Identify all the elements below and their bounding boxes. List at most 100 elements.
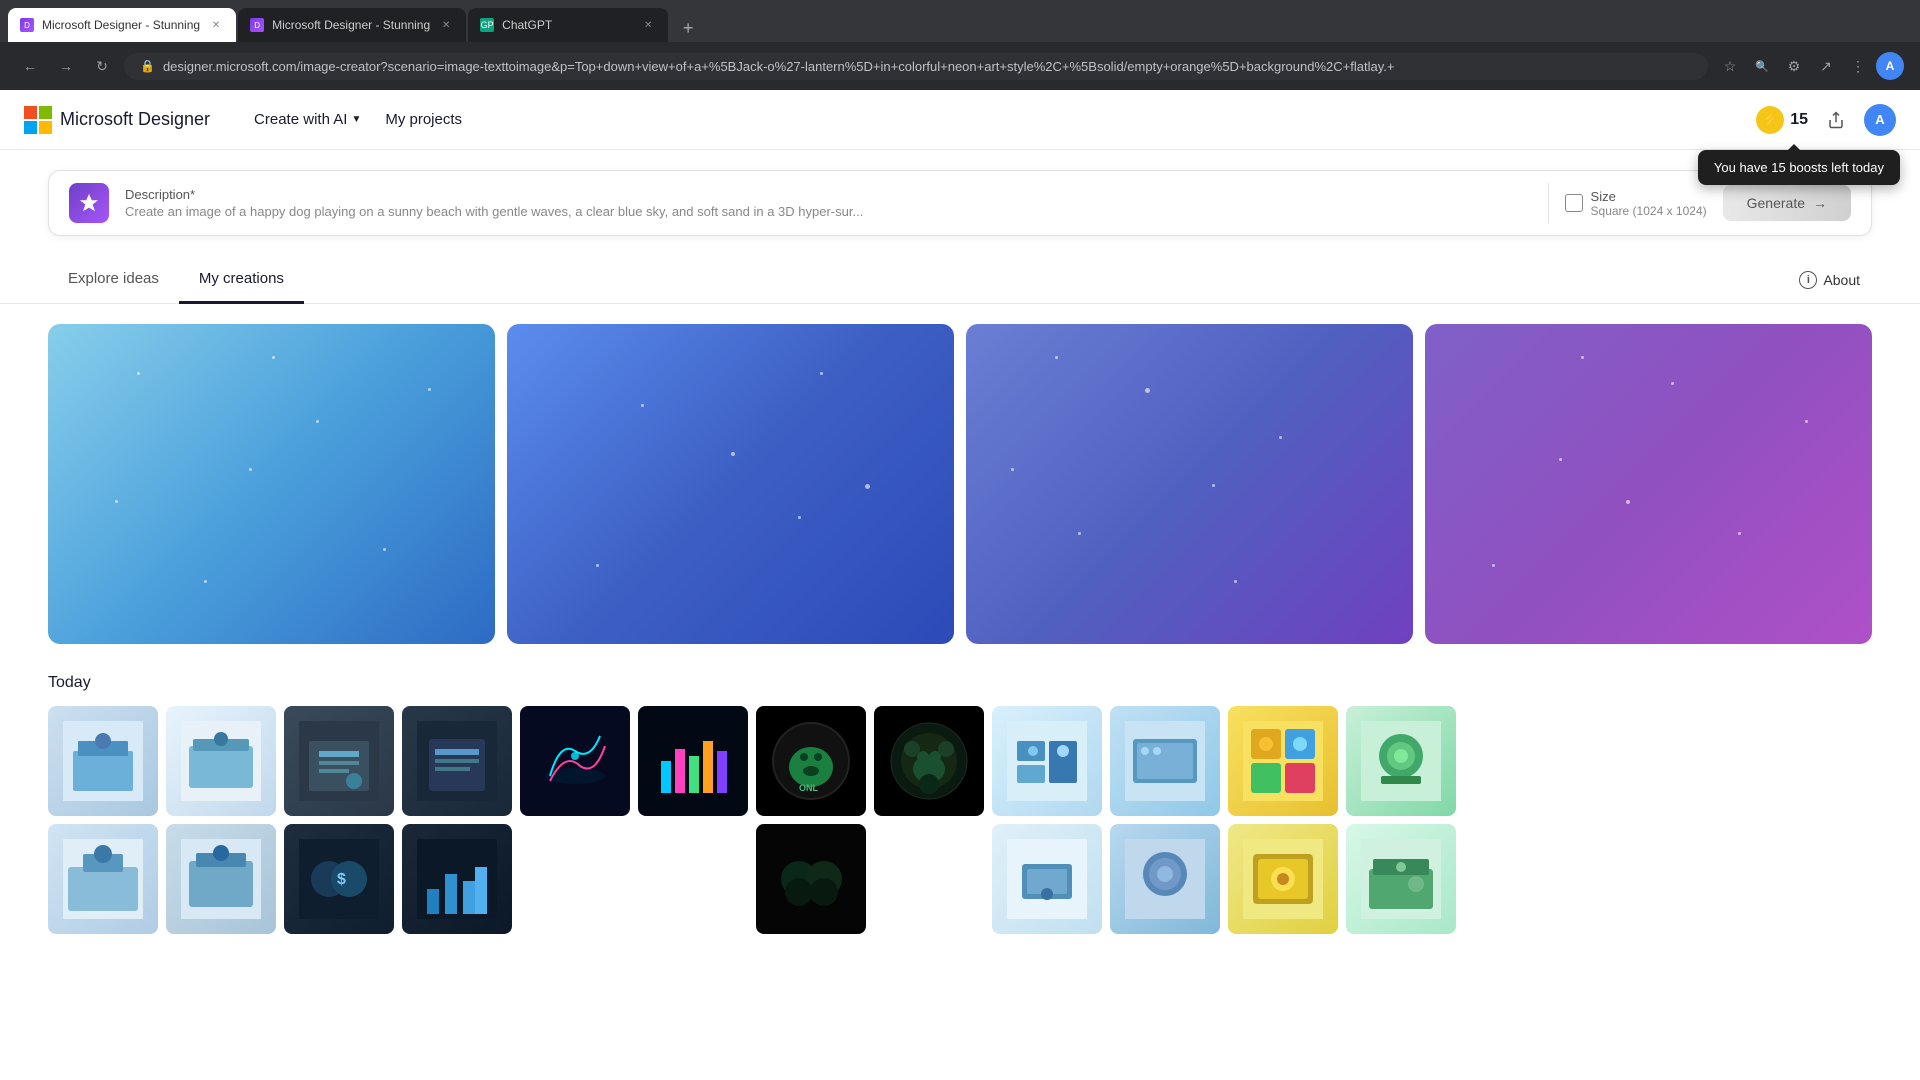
boost-count: 15 xyxy=(1790,111,1808,129)
today-item-19[interactable] xyxy=(1346,706,1456,816)
today-section: Today xyxy=(0,664,1920,954)
about-button[interactable]: i About xyxy=(1787,263,1872,297)
tab-explore-ideas[interactable]: Explore ideas xyxy=(48,256,179,304)
tab-title-1: Microsoft Designer - Stunning xyxy=(42,18,200,32)
today-item-5[interactable] xyxy=(284,706,394,816)
info-icon: i xyxy=(1799,271,1817,289)
tab-favicon-3: GP xyxy=(480,18,494,32)
browser-chrome: D Microsoft Designer - Stunning ✕ D Micr… xyxy=(0,0,1920,90)
boost-button[interactable]: ⚡ 15 xyxy=(1756,106,1808,134)
logo-icon xyxy=(24,106,52,134)
share-browser-icon[interactable]: ↗ xyxy=(1812,52,1840,80)
today-item-2[interactable] xyxy=(166,706,276,816)
today-item-18[interactable] xyxy=(1228,706,1338,816)
stars-overlay-3 xyxy=(966,324,1413,644)
tab-close-3[interactable]: ✕ xyxy=(640,17,656,33)
svg-text:ONL: ONL xyxy=(799,783,819,793)
new-tab-button[interactable]: + xyxy=(674,14,702,42)
thumb-group-2: $ xyxy=(284,706,512,934)
today-item-17[interactable] xyxy=(1110,824,1220,934)
app-container: Microsoft Designer Create with AI ▼ My p… xyxy=(0,90,1920,1080)
url-bar[interactable]: 🔒 designer.microsoft.com/image-creator?s… xyxy=(124,53,1708,80)
today-item-15[interactable] xyxy=(1110,706,1220,816)
loading-image-4[interactable] xyxy=(1425,324,1872,644)
zoom-icon[interactable]: 🔍 xyxy=(1748,52,1776,80)
back-button[interactable]: ← xyxy=(16,52,44,80)
today-item-20[interactable] xyxy=(1228,824,1338,934)
today-item-8[interactable] xyxy=(402,824,512,934)
loading-image-1[interactable] xyxy=(48,324,495,644)
browser-actions: ☆ 🔍 ⚙ ↗ ⋮ A xyxy=(1716,52,1904,80)
stars-overlay-2 xyxy=(507,324,954,644)
size-value: Square (1024 x 1024) xyxy=(1591,204,1707,218)
size-label: Size xyxy=(1591,189,1707,204)
prompt-text: Create an image of a happy dog playing o… xyxy=(125,204,1532,219)
header-right: ⚡ 15 A xyxy=(1756,104,1896,136)
generate-label: Generate xyxy=(1747,195,1805,211)
extension-icon[interactable]: ⚙ xyxy=(1780,52,1808,80)
browser-tab-3[interactable]: GP ChatGPT ✕ xyxy=(468,8,668,42)
thumb-group-5 xyxy=(992,706,1220,934)
today-item-11[interactable]: ONL xyxy=(756,706,866,816)
today-item-3[interactable] xyxy=(48,824,158,934)
generate-arrow-icon: → xyxy=(1813,195,1827,211)
create-with-ai-label: Create with AI xyxy=(254,111,347,128)
browser-tab-1[interactable]: D Microsoft Designer - Stunning ✕ xyxy=(8,8,236,42)
prompt-label: Description* xyxy=(125,187,1532,202)
size-checkbox[interactable] xyxy=(1565,194,1583,212)
tabs-section: Explore ideas My creations i About xyxy=(0,256,1920,304)
tab-bar: D Microsoft Designer - Stunning ✕ D Micr… xyxy=(0,0,1920,42)
share-icon[interactable] xyxy=(1820,104,1852,136)
forward-button[interactable]: → xyxy=(52,52,80,80)
today-item-14[interactable] xyxy=(992,706,1102,816)
logo-text: Microsoft Designer xyxy=(60,109,210,130)
today-item-21[interactable] xyxy=(1346,824,1456,934)
generate-button[interactable]: Generate → xyxy=(1723,185,1851,221)
today-item-6[interactable] xyxy=(402,706,512,816)
boost-icon: ⚡ xyxy=(1756,106,1784,134)
user-profile-button[interactable]: A xyxy=(1876,52,1904,80)
tab-close-2[interactable]: ✕ xyxy=(438,17,454,33)
reload-button[interactable]: ↻ xyxy=(88,52,116,80)
loading-image-3[interactable] xyxy=(966,324,1413,644)
thumb-group-4: ONL xyxy=(756,706,984,934)
prompt-bar: Description* Create an image of a happy … xyxy=(48,170,1872,236)
tab-my-creations[interactable]: My creations xyxy=(179,256,304,304)
boost-tooltip: You have 15 boosts left today xyxy=(1698,150,1900,185)
tabs: Explore ideas My creations xyxy=(48,256,304,303)
lock-icon: 🔒 xyxy=(140,59,155,73)
svg-text:$: $ xyxy=(337,871,346,888)
today-item-16[interactable] xyxy=(992,824,1102,934)
stars-overlay-4 xyxy=(1425,324,1872,644)
loading-images xyxy=(0,304,1920,664)
about-label: About xyxy=(1823,272,1860,288)
size-info: Size Square (1024 x 1024) xyxy=(1591,189,1707,218)
url-text: designer.microsoft.com/image-creator?sce… xyxy=(163,59,1692,74)
tab-favicon-2: D xyxy=(250,18,264,32)
today-item-1[interactable] xyxy=(48,706,158,816)
today-item-4[interactable] xyxy=(166,824,276,934)
bookmark-icon[interactable]: ☆ xyxy=(1716,52,1744,80)
today-item-7[interactable]: $ xyxy=(284,824,394,934)
today-item-9[interactable] xyxy=(520,706,630,816)
today-item-12[interactable] xyxy=(874,706,984,816)
browser-tab-2[interactable]: D Microsoft Designer - Stunning ✕ xyxy=(238,8,466,42)
today-item-10[interactable] xyxy=(638,706,748,816)
today-row: $ xyxy=(48,706,1872,934)
loading-image-2[interactable] xyxy=(507,324,954,644)
app-header: Microsoft Designer Create with AI ▼ My p… xyxy=(0,90,1920,150)
menu-icon[interactable]: ⋮ xyxy=(1844,52,1872,80)
today-item-13[interactable] xyxy=(756,824,866,934)
prompt-divider xyxy=(1548,183,1549,223)
address-bar: ← → ↻ 🔒 designer.microsoft.com/image-cre… xyxy=(0,42,1920,90)
user-avatar[interactable]: A xyxy=(1864,104,1896,136)
stars-overlay-1 xyxy=(48,324,495,644)
thumb-group-3 xyxy=(520,706,748,934)
logo-area: Microsoft Designer xyxy=(24,106,210,134)
tab-close-1[interactable]: ✕ xyxy=(208,17,224,33)
create-with-ai-button[interactable]: Create with AI ▼ xyxy=(242,105,373,134)
size-area: Size Square (1024 x 1024) xyxy=(1565,189,1707,218)
thumb-group-1 xyxy=(48,706,276,934)
prompt-input-area[interactable]: Description* Create an image of a happy … xyxy=(125,187,1532,219)
my-projects-button[interactable]: My projects xyxy=(373,105,474,134)
